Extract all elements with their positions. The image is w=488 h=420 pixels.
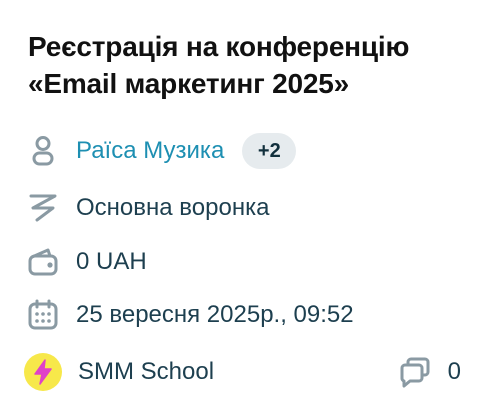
calendar-icon xyxy=(26,298,60,332)
deal-card[interactable]: Реєстрація на конференцію «Email маркети… xyxy=(0,0,488,420)
deal-title-line-1: Реєстрація на конференцію xyxy=(28,31,410,62)
amount-row: 0 UAH xyxy=(26,244,147,280)
funnel-row: Основна воронка xyxy=(26,190,269,226)
source-avatar xyxy=(24,353,62,391)
deal-title-line-2: «Email маркетинг 2025» xyxy=(28,68,350,99)
person-icon xyxy=(26,134,60,168)
contact-name-link[interactable]: Раїса Музика xyxy=(76,137,224,165)
comments-button[interactable]: 0 xyxy=(398,352,461,392)
funnel-name: Основна воронка xyxy=(76,194,270,221)
source-name: SMM School xyxy=(78,358,215,385)
wallet-icon xyxy=(26,245,60,279)
deal-title: Реєстрація на конференцію «Email маркети… xyxy=(28,28,468,102)
lightning-icon xyxy=(34,359,52,385)
amount-value: 0 UAH xyxy=(76,248,147,275)
created-date: 25 вересня 2025р., 09:52 xyxy=(76,301,354,328)
contact-row: Раїса Музика +2 xyxy=(26,133,297,169)
date-row: 25 вересня 2025р., 09:52 xyxy=(26,297,354,333)
comments-icon xyxy=(398,355,432,389)
comments-count: 0 xyxy=(447,358,461,385)
more-contacts-badge[interactable]: +2 xyxy=(242,133,297,169)
funnel-icon xyxy=(26,191,60,225)
card-footer: SMM School 0 xyxy=(24,352,464,392)
